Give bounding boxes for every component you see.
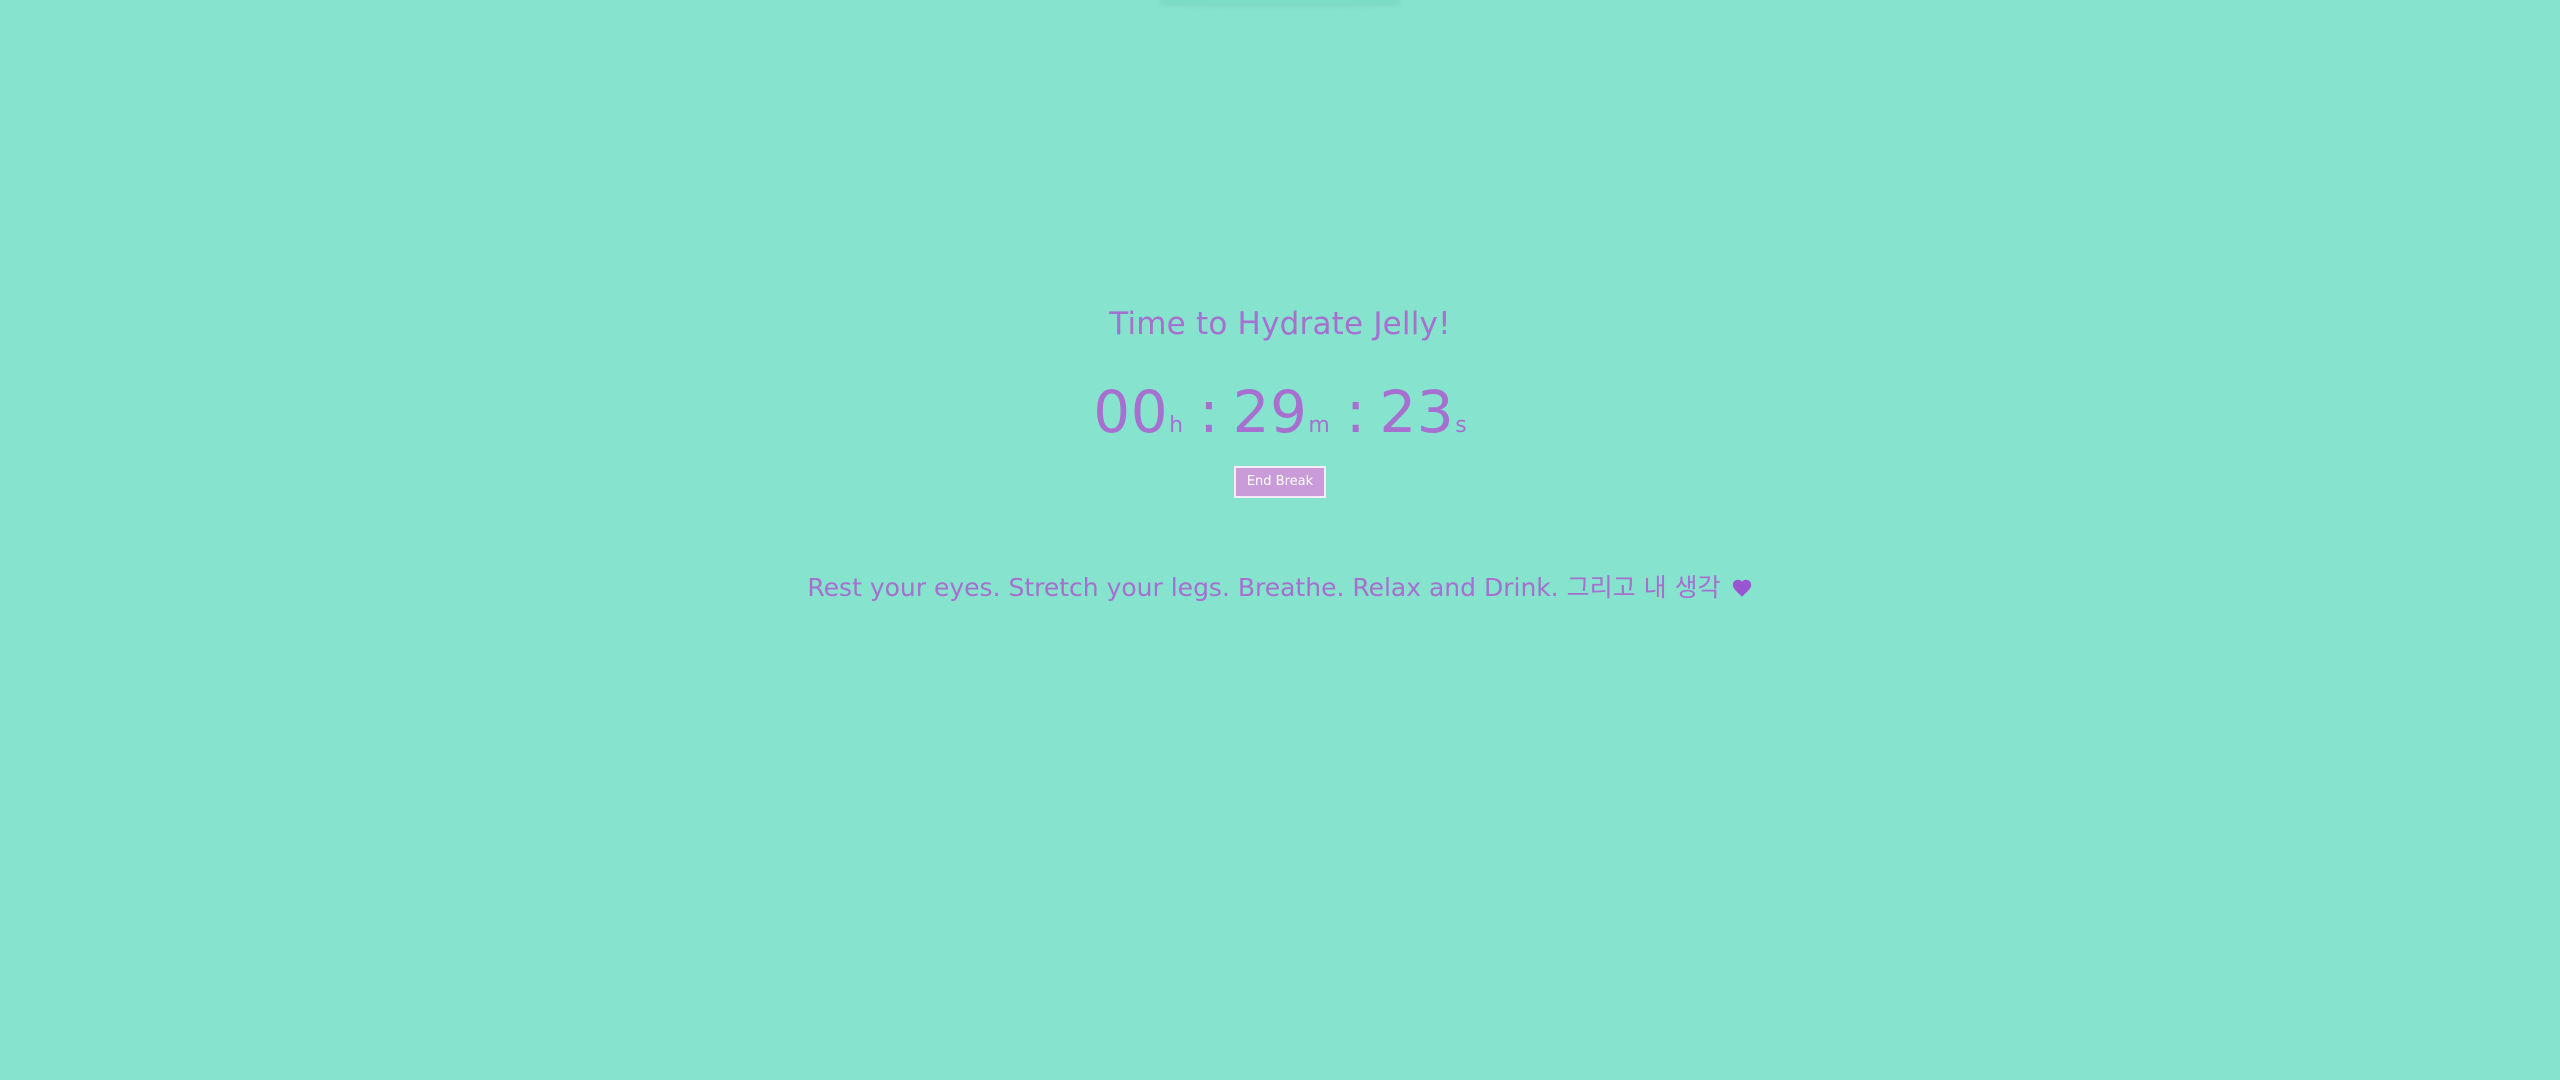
break-message: Rest your eyes. Stretch your legs. Breat… — [0, 568, 2560, 604]
heart-icon — [1731, 576, 1753, 598]
timer-separator: : — [1345, 378, 1366, 446]
timer-minutes-unit: m — [1308, 413, 1330, 438]
timer-hours-unit: h — [1169, 413, 1184, 438]
timer-minutes: 29 — [1232, 378, 1308, 446]
break-message-text: Rest your eyes. Stretch your legs. Breat… — [807, 573, 1721, 602]
page-title: Time to Hydrate Jelly! — [1109, 306, 1451, 342]
end-break-button[interactable]: End Break — [1234, 466, 1326, 498]
timer-seconds-unit: s — [1455, 413, 1467, 438]
timer-seconds: 23 — [1379, 378, 1455, 446]
countdown-timer: 00h:29m:23s — [0, 378, 2560, 446]
break-screen: Time to Hydrate Jelly! 00h:29m:23s End B… — [0, 0, 2560, 1080]
timer-hours: 00 — [1093, 378, 1169, 446]
timer-separator: : — [1199, 378, 1219, 446]
